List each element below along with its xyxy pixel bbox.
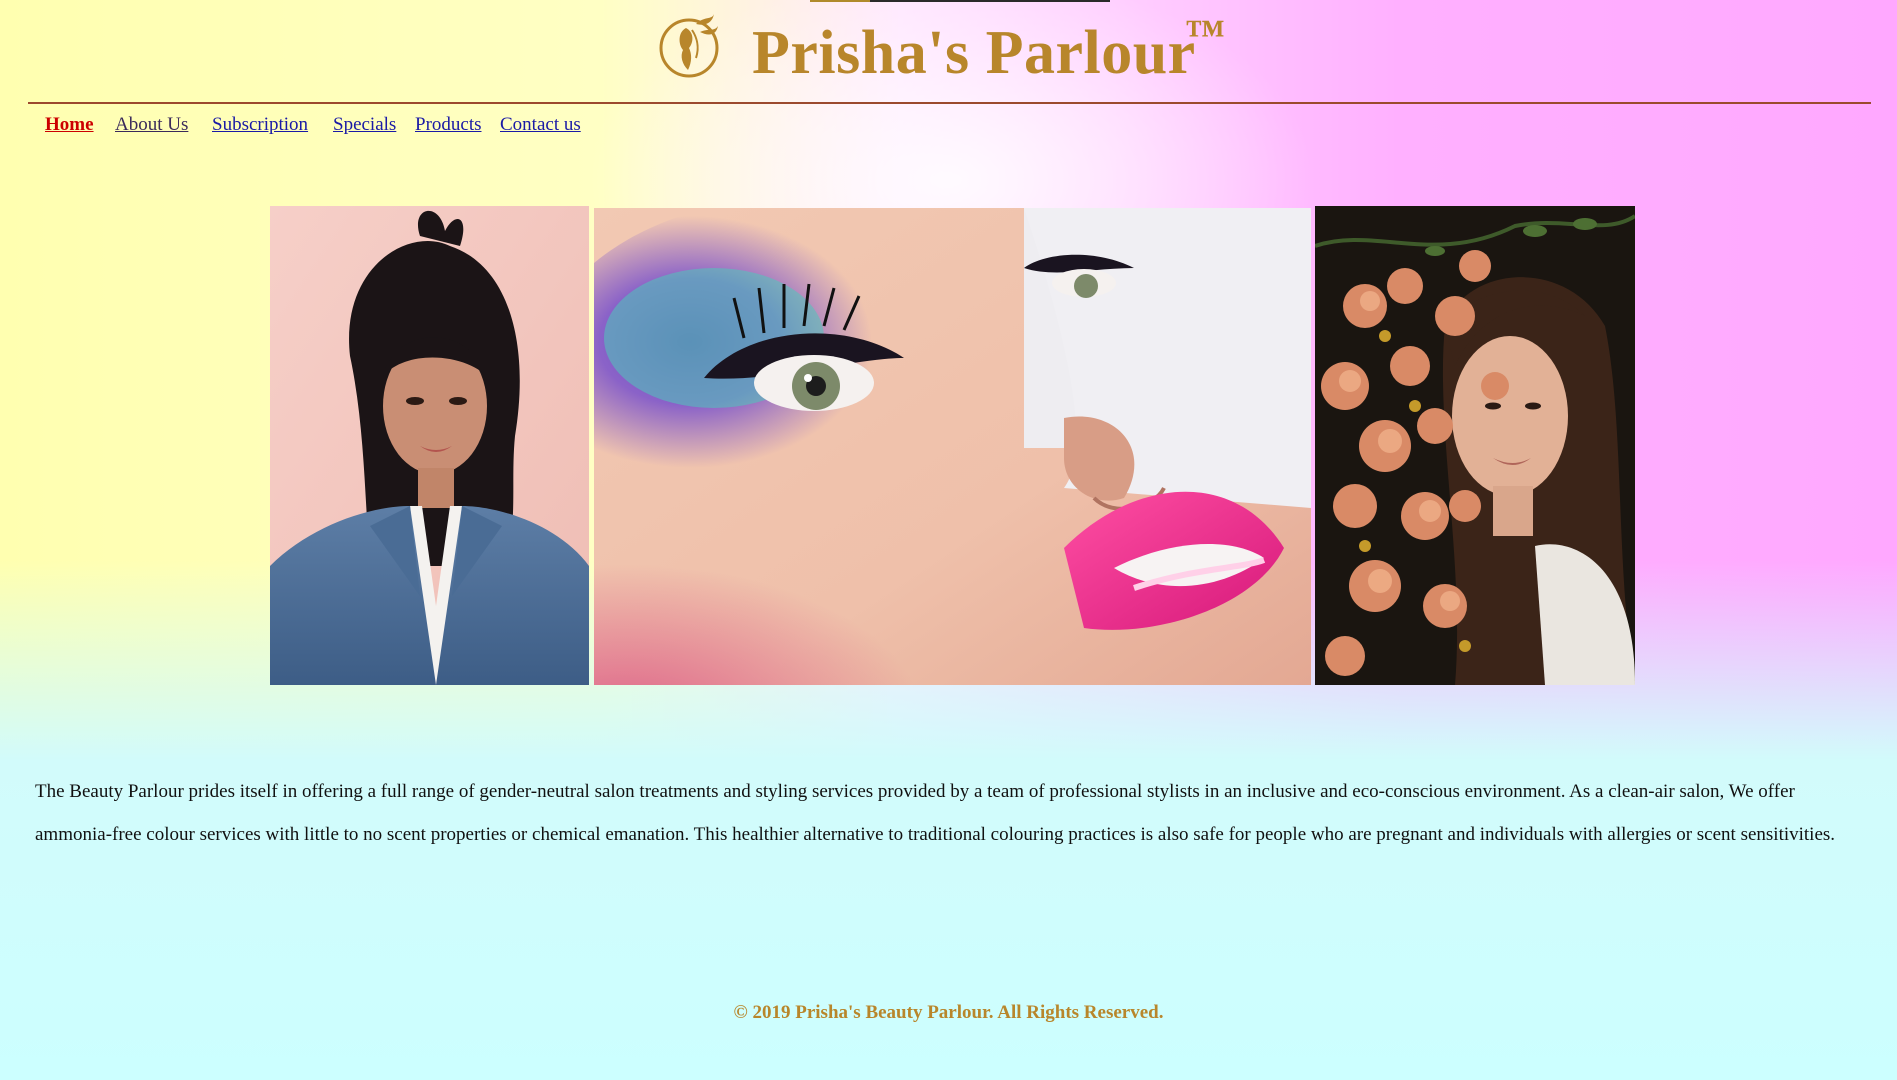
- nav-link-specials[interactable]: Specials: [333, 114, 396, 136]
- site-header: Prisha's Parlour ™ Home About Us Subscri…: [0, 0, 1897, 135]
- woman-denim-jacket-photo: [270, 206, 589, 685]
- trademark-symbol: ™: [1185, 11, 1225, 56]
- header-divider: [28, 102, 1871, 104]
- nav-link-products[interactable]: Products: [415, 114, 482, 136]
- woman-with-flowers-photo: [1315, 206, 1635, 685]
- top-divider-accent: [810, 0, 870, 2]
- intro-paragraph: The Beauty Parlour prides itself in offe…: [35, 781, 1836, 845]
- nav-link-home[interactable]: Home: [45, 114, 94, 136]
- footer-copyright: © 2019 Prisha's Beauty Parlour. All Righ…: [733, 1002, 1164, 1023]
- nav-link-subscription[interactable]: Subscription: [212, 114, 308, 136]
- nav-link-contact-us[interactable]: Contact us: [500, 114, 581, 136]
- eye-makeup-pink-lips-photo: [594, 208, 1311, 685]
- brand-title: Prisha's Parlour: [752, 19, 1196, 87]
- parlour-logo-icon: [659, 14, 719, 78]
- nav-link-about-us[interactable]: About Us: [115, 114, 188, 136]
